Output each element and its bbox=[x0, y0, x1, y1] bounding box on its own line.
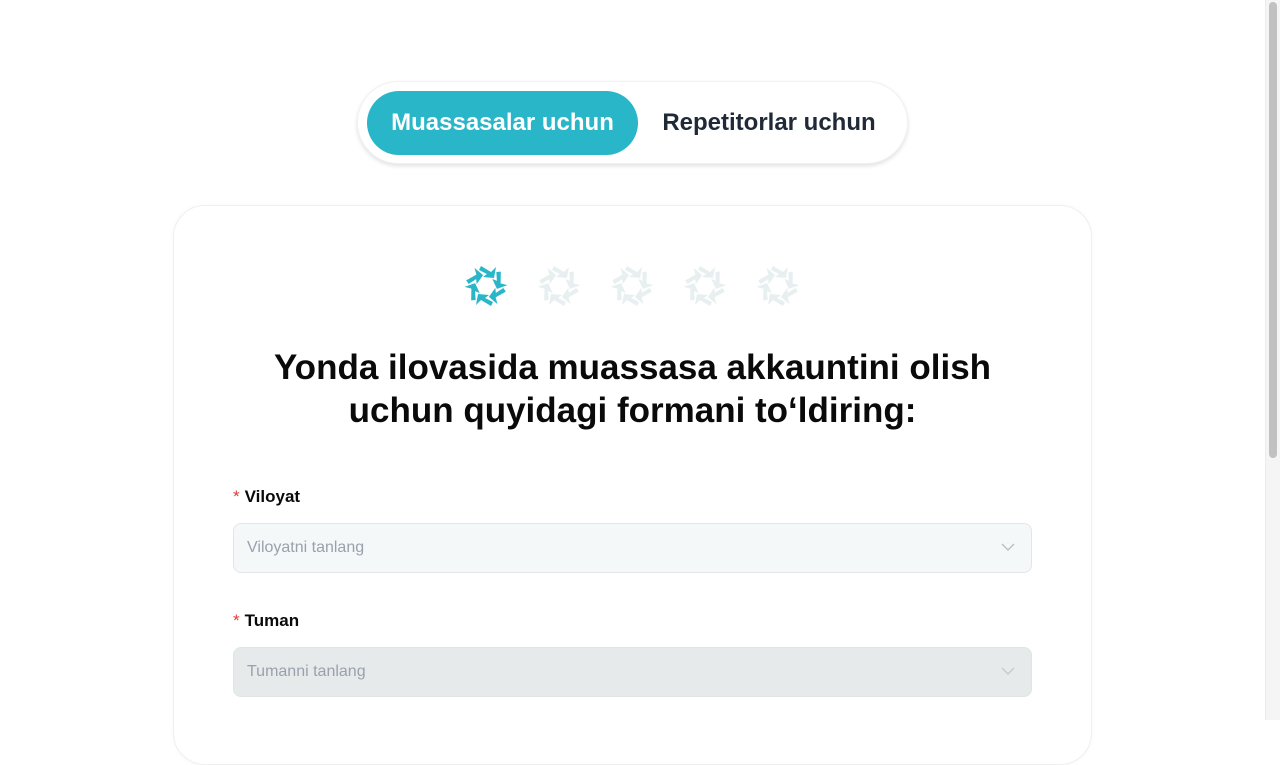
scrollbar[interactable] bbox=[1265, 0, 1280, 720]
region-placeholder: Viloyatni tanlang bbox=[247, 539, 365, 556]
scrollbar-thumb[interactable] bbox=[1269, 2, 1277, 458]
page: Muassasalar uchun Repetitorlar uchun Yon… bbox=[0, 0, 1265, 765]
step-1-logo-icon bbox=[464, 266, 508, 306]
account-type-toggle: Muassasalar uchun Repetitorlar uchun bbox=[357, 81, 908, 164]
step-2-logo-icon bbox=[537, 266, 581, 306]
form-title: Yonda ilovasida muassasa akkauntini olis… bbox=[173, 346, 1092, 432]
step-3-logo-icon bbox=[610, 266, 654, 306]
region-select[interactable]: Viloyatni tanlang bbox=[233, 523, 1032, 573]
step-5-logo-icon bbox=[756, 266, 800, 306]
district-placeholder: Tumanni tanlang bbox=[247, 663, 366, 680]
required-mark: * bbox=[233, 611, 240, 630]
region-label-text: Viloyat bbox=[244, 487, 301, 506]
step-indicator bbox=[0, 264, 1265, 308]
chevron-down-icon bbox=[1001, 667, 1015, 675]
tab-institutions[interactable]: Muassasalar uchun bbox=[367, 91, 638, 155]
form-title-line-2: uchun quyidagi formani to‘ldiring: bbox=[348, 391, 917, 430]
tab-tutors[interactable]: Repetitorlar uchun bbox=[638, 91, 900, 155]
district-label-text: Tuman bbox=[244, 611, 300, 630]
district-select[interactable]: Tumanni tanlang bbox=[233, 647, 1032, 697]
chevron-down-icon bbox=[1001, 543, 1015, 551]
form-title-line-1: Yonda ilovasida muassasa akkauntini olis… bbox=[273, 348, 992, 387]
required-mark: * bbox=[233, 487, 240, 506]
district-label: * Tuman bbox=[233, 611, 299, 631]
region-label: * Viloyat bbox=[233, 487, 300, 507]
step-4-logo-icon bbox=[683, 266, 727, 306]
